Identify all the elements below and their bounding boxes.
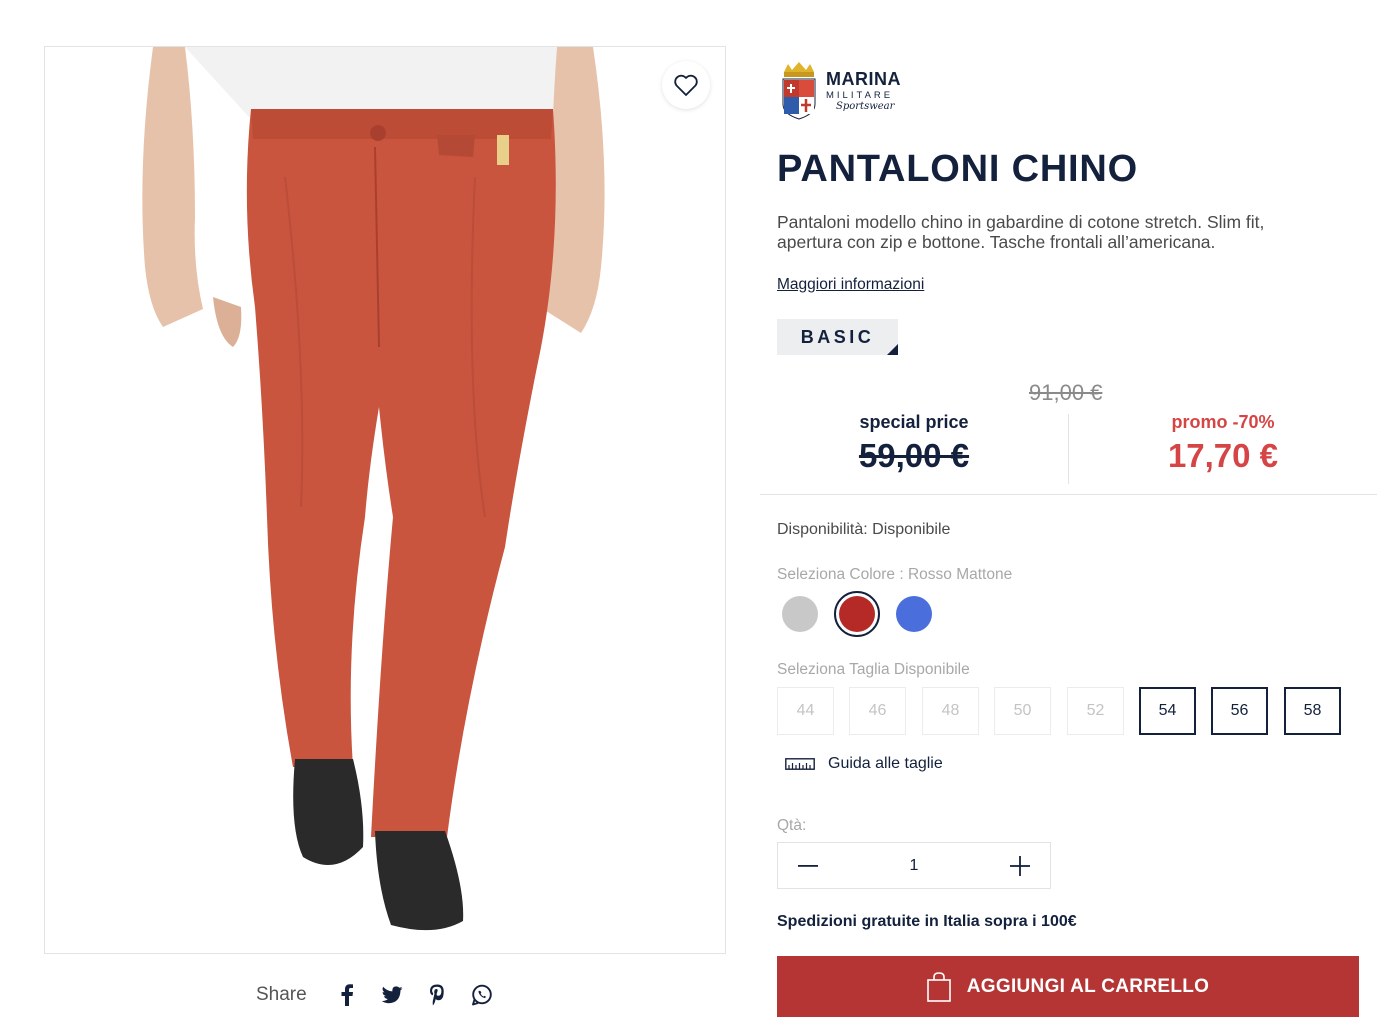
ruler-icon	[785, 758, 815, 770]
size-option-52[interactable]: 52	[1067, 687, 1124, 735]
promo-label: promo -70%	[1171, 412, 1275, 432]
facebook-icon[interactable]	[333, 981, 361, 1009]
share-label: Share	[256, 984, 307, 1005]
size-option-48[interactable]: 48	[922, 687, 979, 735]
add-to-cart-button[interactable]: AGGIUNGI AL CARRELLO	[777, 956, 1359, 1017]
quantity-stepper	[777, 842, 1051, 889]
size-guide-link[interactable]: Guida alle taglie	[785, 752, 943, 776]
crest-icon	[782, 62, 816, 120]
product-description: Pantaloni modello chino in gabardine di …	[777, 212, 1265, 252]
size-option-44[interactable]: 44	[777, 687, 834, 735]
product-image	[142, 47, 605, 931]
size-guide-label: Guida alle taglie	[828, 755, 943, 772]
product-image-frame	[44, 46, 726, 954]
heart-icon	[674, 74, 698, 96]
special-price-block: special price 59,00 €	[760, 412, 1068, 475]
size-option-54[interactable]: 54	[1139, 687, 1196, 735]
shopping-bag-icon	[926, 971, 951, 1002]
whatsapp-icon[interactable]	[468, 981, 496, 1009]
original-price: 91,00 €	[1029, 380, 1103, 405]
color-swatch-rosso-mattone[interactable]	[839, 596, 875, 632]
wishlist-button[interactable]	[662, 61, 710, 109]
size-label: Seleziona Taglia Disponibile	[777, 661, 970, 678]
quantity-increase-button[interactable]	[990, 843, 1050, 888]
badge-label: BASIC	[800, 326, 875, 347]
shipping-note: Spedizioni gratuite in Italia sopra i 10…	[777, 913, 1077, 930]
color-swatch-blue[interactable]	[896, 596, 932, 632]
promo-price-block: promo -70% 17,70 €	[1069, 412, 1377, 475]
size-option-56[interactable]: 56	[1211, 687, 1268, 735]
promo-price-value: 17,70 €	[1167, 437, 1279, 474]
product-title: PANTALONI CHINO	[777, 148, 1139, 190]
product-badge: BASIC	[777, 319, 898, 355]
pinterest-icon[interactable]	[423, 981, 451, 1009]
color-swatch-grey[interactable]	[782, 596, 818, 632]
add-to-cart-label: AGGIUNGI AL CARRELLO	[966, 975, 1210, 997]
availability-text: Disponibilità: Disponibile	[777, 521, 951, 538]
size-option-58[interactable]: 58	[1284, 687, 1341, 735]
minus-icon	[798, 864, 818, 867]
more-info-link[interactable]: Maggiori informazioni	[777, 276, 924, 294]
badge-corner	[887, 344, 898, 355]
twitter-icon[interactable]	[378, 981, 406, 1009]
brand-wordmark: MARINA MILITARE Sportswear	[826, 68, 901, 113]
color-label: Seleziona Colore : Rosso Mattone	[777, 566, 1013, 583]
size-option-50[interactable]: 50	[994, 687, 1051, 735]
share-bar: Share	[256, 980, 513, 1010]
quantity-decrease-button[interactable]	[778, 843, 838, 888]
quantity-input[interactable]	[838, 843, 990, 888]
brand-logo: MARINA MILITARE Sportswear	[778, 60, 908, 122]
special-price-label: special price	[859, 412, 969, 432]
plus-icon	[1010, 855, 1030, 876]
special-price-value: 59,00 €	[858, 437, 970, 474]
quantity-label: Qtà:	[777, 817, 807, 834]
size-option-46[interactable]: 46	[849, 687, 906, 735]
price-separator	[760, 494, 1377, 495]
